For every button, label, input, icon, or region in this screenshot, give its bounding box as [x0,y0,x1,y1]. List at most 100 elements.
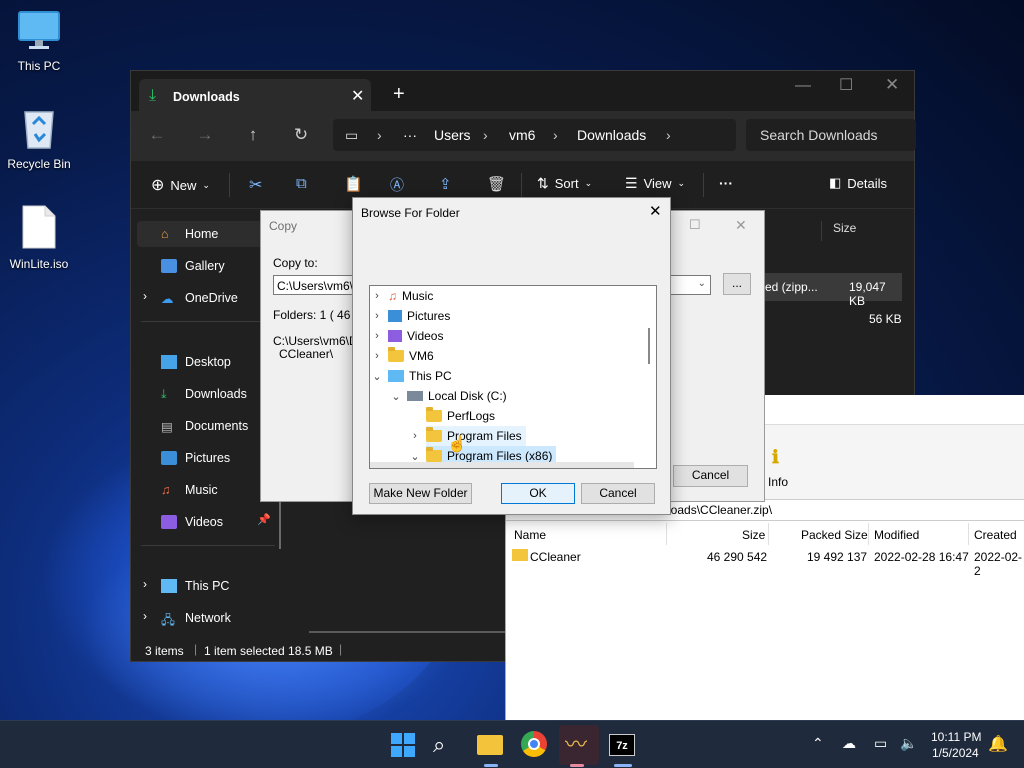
breadcrumb-downloads[interactable]: Downloads [577,127,646,143]
desktop-icon-this-pc[interactable]: This PC [1,10,77,73]
pin-icon[interactable]: 📌 [257,513,271,526]
cancel-button[interactable]: Cancel [673,465,748,487]
tab-close-icon[interactable]: ✕ [351,86,364,106]
column-header-created[interactable]: Created [974,528,1017,542]
nav-item-this-pc[interactable]: This PC [161,575,229,597]
make-new-folder-button[interactable]: Make New Folder [369,483,472,504]
music-icon: ♫ [388,289,397,303]
notepad-icon[interactable]: 〰 [565,731,593,759]
breadcrumb-users[interactable]: Users [434,127,471,143]
onedrive-icon[interactable]: ☁ [842,735,856,752]
paste-icon[interactable]: 📋 [344,175,363,193]
folders-info: Folders: 1 ( 46 2 [273,308,361,322]
close-icon[interactable]: ✕ [735,217,747,234]
tree-item-vm6[interactable]: VM6 [388,346,434,366]
tree-item-program-files[interactable]: Program Files [426,426,526,446]
ok-button[interactable]: OK [501,483,575,504]
chevron-up-icon[interactable]: ⌃ [812,735,824,752]
delete-icon[interactable]: 🗑 [487,175,506,193]
column-header-size[interactable]: Size [833,221,856,235]
start-button[interactable] [389,731,417,759]
nav-item-videos[interactable]: Videos [161,511,223,533]
maximize-icon[interactable]: ☐ [689,217,701,233]
chevron-right-icon[interactable]: › [143,609,147,623]
search-icon[interactable]: ⌕ [433,731,461,759]
tree-item-pictures[interactable]: Pictures [388,306,450,326]
tree-item-videos[interactable]: Videos [388,326,443,346]
minimize-icon[interactable]: — [795,77,811,95]
column-header-packed-size[interactable]: Packed Size [801,528,868,542]
nav-item-gallery[interactable]: Gallery [161,255,225,277]
chevron-right-icon[interactable]: › [372,290,382,302]
cancel-button[interactable]: Cancel [581,483,655,504]
volume-icon[interactable]: 🔈 [900,735,917,752]
up-icon[interactable]: ↑ [239,121,267,149]
nav-item-onedrive[interactable]: ☁ OneDrive [161,287,238,309]
more-options-icon[interactable]: ··· [719,175,733,191]
details-button[interactable]: ◧ Details [829,175,887,191]
file-explorer-taskbar-icon[interactable] [477,731,505,759]
nav-item-network[interactable]: 🖧 Network [161,607,231,629]
chevron-right-icon[interactable]: › [372,310,382,322]
nav-item-pictures[interactable]: Pictures [161,447,230,469]
chevron-right-icon[interactable]: › [143,577,147,591]
forward-icon[interactable]: → [191,121,219,149]
chevron-right-icon[interactable]: › [410,430,420,442]
column-header-size[interactable]: Size [742,528,765,542]
chevron-down-icon[interactable]: ⌄ [372,370,382,383]
tree-item-perflogs[interactable]: PerfLogs [426,406,495,426]
desktop-icon-winlite-iso[interactable]: WinLite.iso [1,204,77,271]
nav-item-documents[interactable]: ▤ Documents [161,415,248,437]
info-label[interactable]: Info [768,475,788,489]
breadcrumb-more[interactable]: ··· [403,127,417,143]
table-row[interactable]: CCleaner 46 290 542 19 492 137 2022-02-2… [506,545,1024,578]
nav-item-music[interactable]: ♫ Music [161,479,218,501]
file-row-selected[interactable]: ed (zipp... 19,047 KB [765,273,902,308]
clock-date[interactable]: 1/5/2024 [932,746,979,760]
address-bar[interactable]: ▭ › ··· Users › vm6 › Downloads › [333,119,736,151]
info-icon[interactable]: ℹ [772,447,779,468]
tree-scrollbar-thumb[interactable] [648,328,650,364]
share-icon[interactable]: ⇪ [439,175,452,193]
desktop-icon-recycle-bin[interactable]: Recycle Bin [1,106,77,171]
column-header-modified[interactable]: Modified [874,528,919,542]
file-row[interactable]: 56 KB [765,305,902,333]
view-button[interactable]: ☰ View ⌄ [625,175,685,192]
refresh-icon[interactable]: ↻ [287,121,315,149]
tree-item-local-disk[interactable]: Local Disk (C:) [407,386,507,406]
close-icon[interactable]: ✕ [649,202,662,220]
back-icon[interactable]: ← [143,121,171,149]
desktop-icon-label: WinLite.iso [9,257,69,271]
new-button[interactable]: ⊕ New ⌄ [151,175,210,195]
network-icon[interactable]: ▭ [874,735,887,752]
sort-button[interactable]: ⇅ Sort ⌄ [537,175,592,192]
tree-horizontal-scrollbar[interactable] [370,462,634,468]
nav-item-desktop[interactable]: Desktop [161,351,231,373]
maximize-icon[interactable]: ☐ [839,75,853,95]
chevron-right-icon[interactable]: › [143,289,147,303]
copy-icon[interactable]: ⧉ [296,175,307,192]
nav-item-home[interactable]: ⌂ Home [161,223,218,245]
tree-item-music[interactable]: ♫ Music [388,286,433,306]
videos-icon [388,330,402,342]
notification-bell-icon[interactable]: 🔔 [988,734,1008,754]
chevron-down-icon[interactable]: ⌄ [391,390,401,403]
breadcrumb-vm6[interactable]: vm6 [509,127,535,143]
clock-time[interactable]: 10:11 PM [931,730,981,744]
new-tab-icon[interactable]: + [393,83,405,106]
tree-item-this-pc[interactable]: This PC [388,366,452,386]
chevron-right-icon[interactable]: › [372,350,382,362]
chevron-right-icon[interactable]: › [372,330,382,342]
close-icon[interactable]: ✕ [885,75,899,95]
cut-icon[interactable]: ✂ [249,175,262,195]
chrome-icon[interactable] [521,731,549,759]
search-input[interactable]: Search Downloads [746,119,916,151]
sevenzip-taskbar-icon[interactable]: 7z [609,731,637,759]
browse-button[interactable]: ... [723,273,751,295]
dialog-title: Browse For Folder [361,206,460,220]
column-header-name[interactable]: Name [514,528,546,542]
folder-tree[interactable]: › ♫ Music › Pictures › Videos › VM6 ⌄ Thi… [369,285,657,469]
rename-icon[interactable]: Ⓐ [390,175,404,195]
horizontal-scrollbar[interactable] [309,631,509,633]
nav-item-downloads[interactable]: ⤓ Downloads [161,383,247,405]
